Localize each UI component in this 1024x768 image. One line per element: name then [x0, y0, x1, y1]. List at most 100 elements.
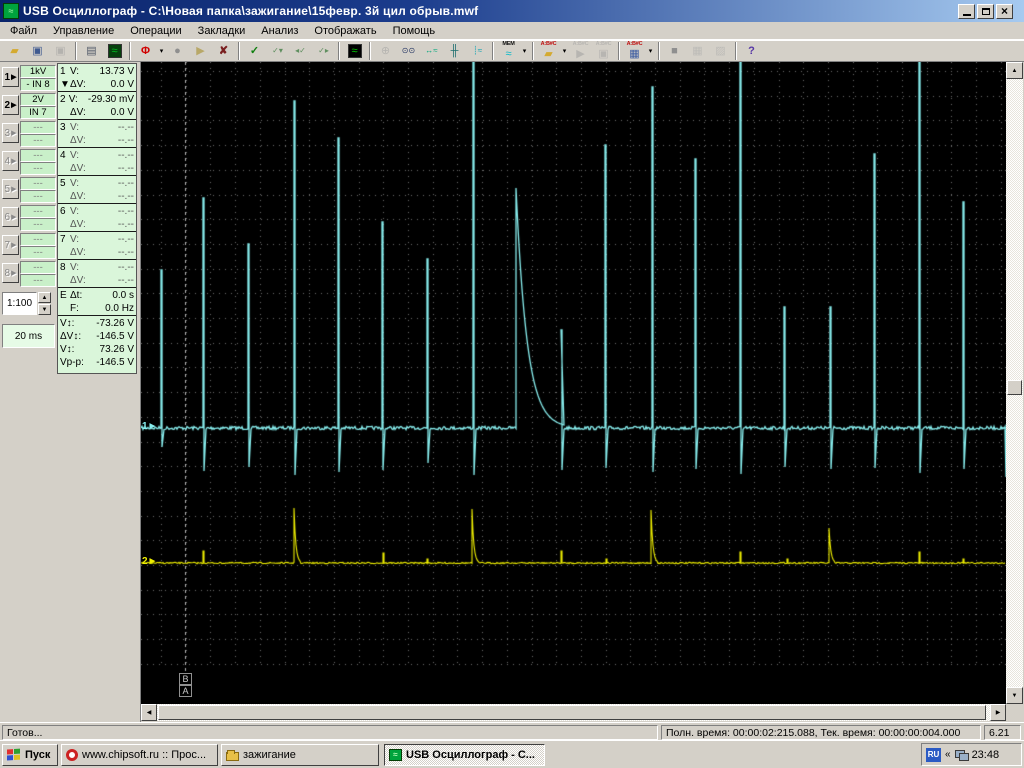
- channel-2-button[interactable]: 2▶: [2, 95, 19, 115]
- marker-b-handle[interactable]: В: [179, 673, 192, 685]
- statusbar: Готов... Полн. время: 00:00:02:215.088, …: [0, 722, 1024, 740]
- cursor-wave-button[interactable]: ┊≈: [466, 41, 489, 61]
- channel-2-input[interactable]: IN 7: [20, 106, 56, 119]
- menu-item[interactable]: Управление: [45, 23, 122, 39]
- channel-8-range[interactable]: ---: [20, 261, 56, 274]
- memory-button[interactable]: MEM≈: [497, 41, 520, 61]
- channel-7-range[interactable]: ---: [20, 233, 56, 246]
- vscroll-thumb[interactable]: [1007, 380, 1022, 395]
- waveform-canvas[interactable]: [141, 62, 1006, 704]
- check-prev-button[interactable]: ◂✓: [289, 41, 312, 61]
- memory-button-dropdown[interactable]: ▾: [520, 47, 529, 55]
- channel-3-range[interactable]: ---: [20, 121, 56, 134]
- close-icon: ×: [1001, 6, 1008, 16]
- channel-4-range[interactable]: ---: [20, 149, 56, 162]
- xy-mode-button[interactable]: ≈: [343, 41, 366, 61]
- channel-7-input[interactable]: ---: [20, 246, 56, 259]
- abc-save-button[interactable]: A:B#C▣: [592, 41, 615, 61]
- trace1-marker[interactable]: 1►: [142, 421, 157, 432]
- channel-5-range[interactable]: ---: [20, 177, 56, 190]
- menu-item[interactable]: Операции: [122, 23, 189, 39]
- abc-panel-button-dropdown[interactable]: ▾: [646, 47, 655, 55]
- tray-chevron-button[interactable]: «: [945, 749, 951, 760]
- select-none-button[interactable]: ▨: [709, 41, 732, 61]
- probe-ratio-field[interactable]: 1:100: [2, 292, 37, 315]
- oscilloscope-display[interactable]: 1► 2► В А: [141, 62, 1006, 704]
- channel-2-range[interactable]: 2V: [20, 93, 56, 106]
- channel-1-input[interactable]: - IN 8: [20, 78, 56, 91]
- save-screen-button[interactable]: ≈: [103, 41, 126, 61]
- menu-item[interactable]: Отображать: [306, 23, 384, 39]
- probe-spin-down-button[interactable]: ▼: [38, 304, 51, 315]
- menu-item[interactable]: Файл: [2, 23, 45, 39]
- channel-8-button[interactable]: 8▶: [2, 263, 19, 283]
- check-down-button[interactable]: ✓▾: [266, 41, 289, 61]
- hscroll-left-button[interactable]: ◀: [141, 704, 157, 721]
- help-button[interactable]: ?: [740, 41, 763, 61]
- timebase-field[interactable]: 20 ms: [2, 324, 55, 348]
- start-stop-button-dropdown[interactable]: ▾: [157, 47, 166, 55]
- taskbar-task-1[interactable]: www.chipsoft.ru :: Прос...: [61, 744, 218, 766]
- channel-4-button[interactable]: 4▶: [2, 151, 19, 171]
- readout-channel-2: 2V:-29.30 mVΔV:0.0 V: [58, 92, 136, 120]
- record-button[interactable]: ●: [166, 41, 189, 61]
- channel-6-button[interactable]: 6▶: [2, 207, 19, 227]
- channel-5-input[interactable]: ---: [20, 190, 56, 203]
- voltage-measures: V↕:-73.26 VΔV↕:-146.5 VV↕:73.26 VVp-p:-1…: [58, 316, 136, 370]
- channel-6-range[interactable]: ---: [20, 205, 56, 218]
- save-file-button[interactable]: ▣: [26, 41, 49, 61]
- channel-1-range[interactable]: 1kV: [20, 65, 56, 78]
- save-as-button[interactable]: ▣: [49, 41, 72, 61]
- check-button[interactable]: ✓: [243, 41, 266, 61]
- network-icon[interactable]: [955, 750, 968, 760]
- open-file-button[interactable]: ▰: [3, 41, 26, 61]
- menu-item[interactable]: Анализ: [253, 23, 306, 39]
- close-button[interactable]: ×: [996, 4, 1013, 19]
- channel-3-input[interactable]: ---: [20, 134, 56, 147]
- find-button[interactable]: ⊙⊙: [397, 41, 420, 61]
- record-button-icon: ●: [171, 44, 185, 58]
- start-label: Пуск: [25, 749, 50, 761]
- language-indicator[interactable]: RU: [926, 748, 941, 762]
- hscroll-right-button[interactable]: ▶: [990, 704, 1006, 721]
- restore-button[interactable]: [977, 4, 994, 19]
- select-solid-button[interactable]: ■: [663, 41, 686, 61]
- probe-spin-up-button[interactable]: ▲: [38, 292, 51, 303]
- abc-play-button[interactable]: A:B#C▶: [569, 41, 592, 61]
- check-next-button-icon: ✓▸: [317, 44, 331, 58]
- channel-7-button[interactable]: 7▶: [2, 235, 19, 255]
- cursor-wave-button-icon: ┊≈: [471, 44, 485, 58]
- channel-5-button[interactable]: 5▶: [2, 179, 19, 199]
- pointer-button[interactable]: ▶: [189, 41, 212, 61]
- print-button[interactable]: ▤: [80, 41, 103, 61]
- vscroll-up-button[interactable]: ▲: [1006, 62, 1023, 79]
- taskbar-task-2[interactable]: зажигание: [221, 744, 379, 766]
- start-stop-button[interactable]: Φ: [134, 41, 157, 61]
- cursors-button[interactable]: ╫: [443, 41, 466, 61]
- channel-4-input[interactable]: ---: [20, 162, 56, 175]
- menu-item[interactable]: Закладки: [190, 23, 254, 39]
- abc-open-button[interactable]: A:B#C▰: [537, 41, 560, 61]
- web-search-button[interactable]: ⊕: [374, 41, 397, 61]
- minimize-button[interactable]: [958, 4, 975, 19]
- xy-mode-button-icon: ≈: [348, 44, 362, 58]
- hscroll-thumb[interactable]: [158, 705, 986, 720]
- channel-1-button[interactable]: 1▶: [2, 67, 19, 87]
- channel-8-input[interactable]: ---: [20, 274, 56, 287]
- channel-3-button[interactable]: 3▶: [2, 123, 19, 143]
- marker-a-handle[interactable]: А: [179, 685, 192, 697]
- abc-open-button-dropdown[interactable]: ▾: [560, 47, 569, 55]
- trace2-marker[interactable]: 2►: [142, 556, 157, 567]
- start-button[interactable]: Пуск: [2, 744, 58, 766]
- select-dither-button[interactable]: ▦: [686, 41, 709, 61]
- vscroll-down-button[interactable]: ▼: [1006, 687, 1023, 704]
- taskbar-task-3[interactable]: ≈USB Осциллограф - C...: [384, 744, 545, 766]
- measure-line: V↕:73.26 V: [60, 343, 134, 356]
- delete-button[interactable]: ✘: [212, 41, 235, 61]
- abc-panel-button[interactable]: A:B#C▦: [623, 41, 646, 61]
- channel-6-input[interactable]: ---: [20, 218, 56, 231]
- check-next-button[interactable]: ✓▸: [312, 41, 335, 61]
- fit-wave-button[interactable]: ↔≈: [420, 41, 443, 61]
- readout-channel-1: 1V:13.73 V▼ΔV:0.0 V: [58, 64, 136, 92]
- menu-item[interactable]: Помощь: [385, 23, 444, 39]
